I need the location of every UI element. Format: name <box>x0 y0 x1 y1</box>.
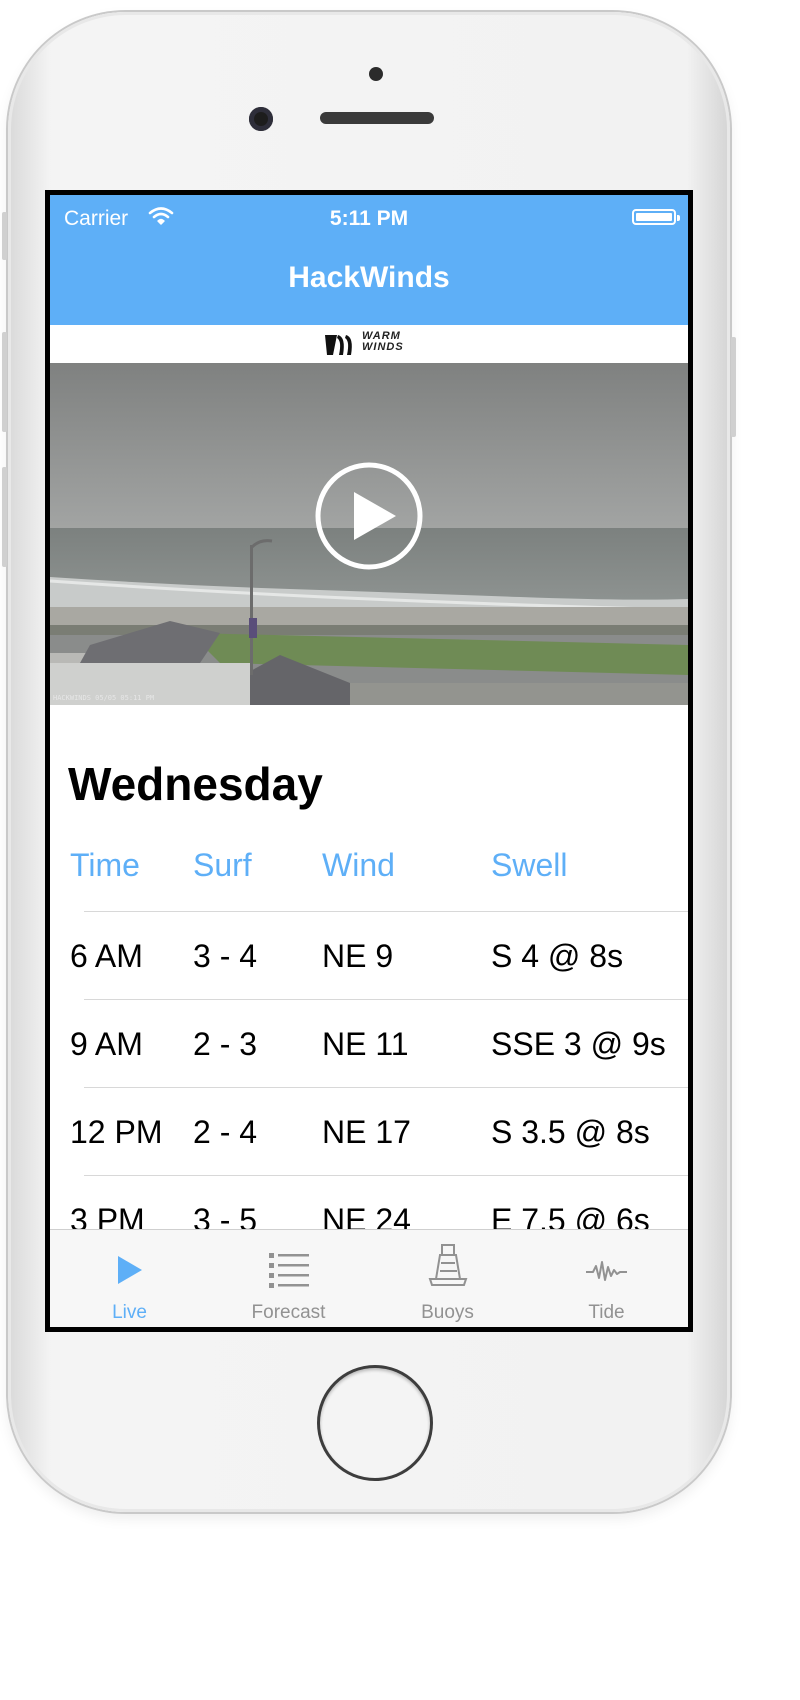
home-button[interactable] <box>320 1368 430 1478</box>
earpiece-speaker <box>320 112 434 124</box>
volume-up-button <box>2 332 7 432</box>
tab-bar: Live Forecast Buoys Tide <box>50 1229 688 1327</box>
header-wind: Wind <box>322 847 395 883</box>
tab-forecast[interactable]: Forecast <box>209 1230 368 1327</box>
tab-label-live: Live <box>112 1302 147 1323</box>
tab-label-tide: Tide <box>588 1302 625 1323</box>
cam-timestamp: HACKWINDS 05/05 05:11 PM <box>53 694 155 702</box>
table-row[interactable]: 6 AM 3 - 4 NE 9 S 4 @ 8s <box>70 911 688 999</box>
cell-swell: SSE 3 @ 9s <box>491 1026 666 1062</box>
cell-time: 12 PM <box>70 1114 163 1150</box>
cell-wind: NE 9 <box>322 938 394 974</box>
list-icon <box>269 1253 309 1288</box>
battery-icon <box>632 209 680 225</box>
tab-label-buoys: Buoys <box>421 1302 474 1323</box>
cell-swell: S 4 @ 8s <box>491 938 624 974</box>
wave-icon <box>586 1261 627 1281</box>
warm-winds-logo-text: WARM WINDS <box>362 330 404 353</box>
tab-buoys[interactable]: Buoys <box>368 1230 527 1327</box>
status-time: 5:11 PM <box>329 207 409 230</box>
live-cam-video[interactable]: HACKWINDS 05/05 05:11 PM <box>50 363 688 705</box>
cell-surf: 3 - 4 <box>193 938 258 974</box>
forecast-day-heading: Wednesday <box>68 758 323 810</box>
buoy-icon <box>428 1244 468 1286</box>
header-time: Time <box>70 847 140 883</box>
cell-wind: NE 11 <box>322 1026 409 1062</box>
nav-title: HackWinds <box>288 261 450 294</box>
power-button <box>731 337 736 437</box>
proximity-sensor <box>369 67 383 81</box>
tab-live[interactable]: Live <box>50 1230 209 1327</box>
header-swell: Swell <box>491 847 568 883</box>
cell-surf: 2 - 4 <box>193 1114 258 1150</box>
app-screen: Carrier 5:11 PM HackWinds WARM WINDS HAC… <box>50 195 688 1327</box>
forecast-table: Time Surf Wind Swell 6 AM 3 - 4 NE 9 S 4… <box>50 835 688 1263</box>
cell-surf: 2 - 3 <box>193 1026 258 1062</box>
warm-winds-logo-icon <box>325 335 352 355</box>
tab-label-forecast: Forecast <box>251 1302 326 1323</box>
table-row[interactable]: 12 PM 2 - 4 NE 17 S 3.5 @ 8s <box>70 1087 688 1175</box>
cell-time: 9 AM <box>70 1026 143 1062</box>
tab-tide[interactable]: Tide <box>527 1230 686 1327</box>
table-row[interactable]: 9 AM 2 - 3 NE 11 SSE 3 @ 9s <box>70 999 688 1087</box>
phone-screen: Carrier 5:11 PM HackWinds WARM WINDS HAC… <box>45 190 693 1332</box>
volume-down-button <box>2 467 7 567</box>
navigation-bar: Carrier 5:11 PM HackWinds <box>50 195 688 325</box>
header-surf: Surf <box>193 847 252 883</box>
table-header-row: Time Surf Wind Swell <box>50 835 688 911</box>
sponsor-logo-bar[interactable]: WARM WINDS <box>50 325 688 363</box>
play-icon[interactable] <box>314 461 424 571</box>
play-icon <box>118 1256 142 1284</box>
cell-time: 6 AM <box>70 938 143 974</box>
cell-wind: NE 17 <box>322 1114 411 1150</box>
mute-switch <box>2 212 7 260</box>
front-camera <box>249 107 273 131</box>
cell-swell: S 3.5 @ 8s <box>491 1114 650 1150</box>
